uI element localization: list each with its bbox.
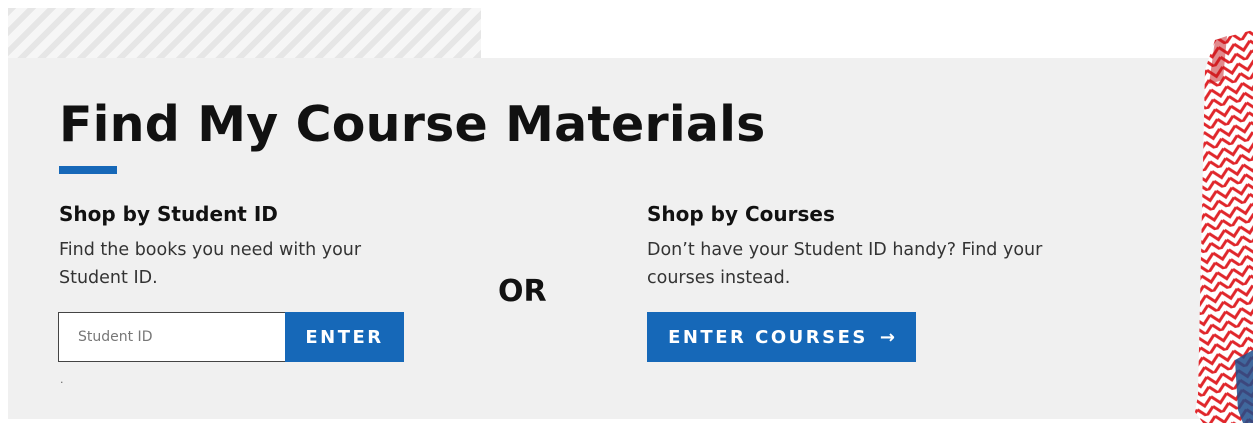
enter-courses-button[interactable]: ENTER COURSES →	[647, 312, 916, 362]
courses-description: Don’t have your Student ID handy? Find y…	[647, 240, 1043, 288]
enter-button-label: ENTER	[305, 326, 384, 348]
enter-button[interactable]: ENTER	[285, 312, 404, 362]
student-id-heading: Shop by Student ID	[59, 202, 278, 226]
or-separator: OR	[498, 274, 547, 309]
courses-heading: Shop by Courses	[647, 202, 835, 226]
student-id-input[interactable]	[58, 312, 286, 362]
enter-courses-label: ENTER COURSES	[668, 326, 868, 348]
title-underline	[59, 166, 117, 174]
footnote-dot: .	[60, 373, 64, 386]
striped-decoration	[8, 8, 481, 60]
page-title: Find My Course Materials	[59, 96, 766, 153]
arrow-right-icon: →	[879, 326, 895, 348]
wrapped-book-decoration	[1195, 30, 1253, 423]
student-id-description: Find the books you need with your Studen…	[59, 240, 362, 288]
